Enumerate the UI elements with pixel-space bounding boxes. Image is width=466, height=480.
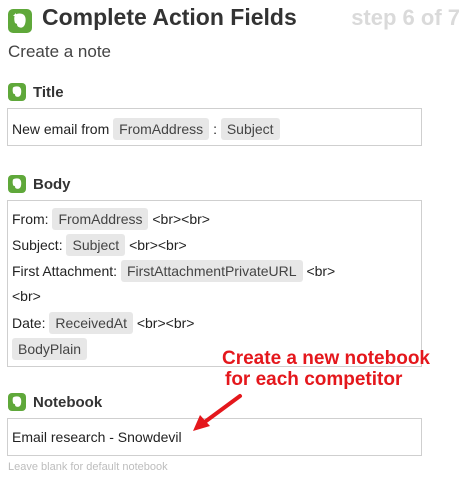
- token-receivedat[interactable]: ReceivedAt: [49, 312, 133, 334]
- annotation-callout: Create a new notebook for each competito…: [222, 348, 430, 390]
- token-fromaddress[interactable]: FromAddress: [52, 208, 149, 230]
- token-subject[interactable]: Subject: [220, 118, 280, 140]
- annotation-line-2: for each competitor: [225, 369, 403, 390]
- title-label: Title: [33, 84, 64, 101]
- body-br-text: <br>: [12, 288, 41, 304]
- notebook-hint: Leave blank for default notebook: [8, 461, 168, 473]
- body-br-text: <br><br>: [129, 237, 187, 253]
- page-title: Complete Action Fields: [42, 4, 297, 30]
- body-attachment-label: First Attachment:: [12, 263, 118, 279]
- body-subject-label: Subject:: [12, 237, 63, 253]
- notebook-label: Notebook: [33, 394, 103, 411]
- body-field[interactable]: From: FromAddress <br><br> Subject: Subj…: [7, 200, 422, 367]
- body-br-text: <br>: [306, 263, 336, 279]
- evernote-icon: [8, 9, 32, 33]
- evernote-icon: [8, 175, 26, 193]
- token-firstattachmentprivateurl[interactable]: FirstAttachmentPrivateURL: [120, 260, 303, 282]
- body-br-text: <br><br>: [152, 211, 210, 227]
- token-bodyplain[interactable]: BodyPlain: [12, 338, 88, 360]
- body-br-text: <br><br>: [136, 315, 195, 331]
- notebook-value: Email research - Snowdevil: [12, 429, 182, 445]
- title-separator: :: [213, 121, 217, 137]
- step-indicator: step 6 of 7: [351, 5, 460, 30]
- body-label: Body: [33, 176, 71, 193]
- page-subtitle: Create a note: [8, 42, 112, 61]
- title-field[interactable]: New email from FromAddress : Subject: [7, 108, 422, 146]
- token-fromaddress[interactable]: FromAddress: [113, 118, 210, 140]
- body-date-label: Date:: [12, 315, 46, 331]
- evernote-icon: [8, 83, 26, 101]
- title-prefix-text: New email from: [12, 121, 110, 137]
- body-from-label: From:: [12, 211, 49, 227]
- annotation-line-1: Create a new notebook: [222, 348, 430, 369]
- evernote-icon: [8, 393, 26, 411]
- annotation-arrow: [193, 394, 242, 431]
- token-subject[interactable]: Subject: [66, 234, 126, 256]
